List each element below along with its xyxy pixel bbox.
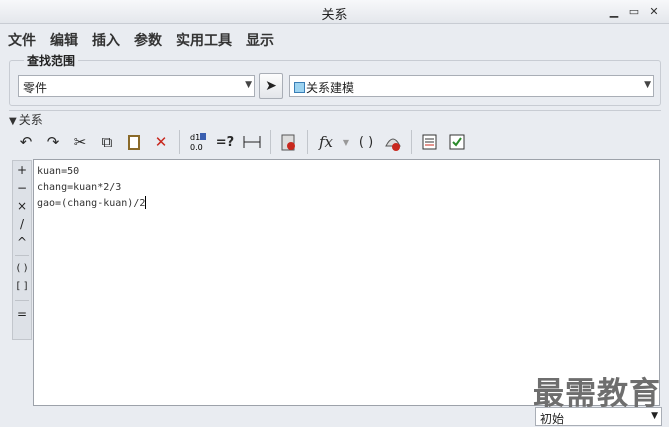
menu-edit[interactable]: 编辑 [50,28,78,52]
close-button[interactable]: ✕ [645,3,663,20]
param-icon [281,134,295,151]
title-bar: 关系 ▁ ▭ ✕ [0,0,669,24]
palette-separator [15,255,29,256]
evaluate-icon: =? [215,134,235,150]
evaluate-button[interactable]: =? [213,130,237,154]
show-icon [422,134,437,150]
relations-toolbar: ↶ ↷ ✂ ⧉ ✕ d1 0.0 =? fx ▼ ( ) [14,128,662,156]
verify-icon [385,138,401,151]
brackets-icon: ( ) [358,134,374,150]
minus-operator-button[interactable]: − [13,179,31,197]
sort-relations-icon: d10.0 [190,133,206,152]
measure-icon [243,136,261,148]
function-icon: fx [318,133,333,151]
minimize-button[interactable]: ▁ [605,3,623,20]
relation-line: gao=(chang-kuan)/2 [37,196,656,212]
parentheses-button[interactable]: ( ) [13,260,31,278]
toolbar-separator [270,130,271,154]
copy-button[interactable]: ⧉ [95,130,119,154]
delete-icon: ✕ [154,133,168,151]
brackets-button[interactable]: ( ) [354,130,378,154]
object-select[interactable]: 关系建模 ▼ [289,75,654,97]
sort-relations-button[interactable]: d1 0.0 [186,130,210,154]
relations-section-header[interactable]: ▼ 关系 [9,110,661,127]
cut-button[interactable]: ✂ [68,130,92,154]
square-brackets-button[interactable]: [ ] [13,278,31,296]
menu-parameters[interactable]: 参数 [134,28,162,52]
svg-text:0.0: 0.0 [190,143,203,152]
paste-button[interactable] [122,130,146,154]
chevron-down-icon: ▼ [245,80,252,90]
select-object-button[interactable]: ➤ [259,73,283,99]
check-icon [449,134,465,150]
function-dropdown[interactable]: ▼ [341,130,351,154]
toolbar-separator [179,130,180,154]
undo-button[interactable]: ↶ [14,130,38,154]
part-icon [294,82,305,93]
delete-button[interactable]: ✕ [149,130,173,154]
relation-line: kuan=50 [37,166,80,177]
function-button[interactable]: fx [314,130,338,154]
window-title: 关系 [321,8,348,23]
chevron-down-icon: ▼ [651,411,658,421]
redo-button[interactable]: ↷ [41,130,65,154]
copy-icon: ⧉ [101,133,113,151]
multiply-operator-button[interactable]: × [13,197,31,215]
palette-separator [15,300,29,301]
state-select-value: 初始 [540,412,565,426]
text-cursor [145,196,147,209]
relations-section-title: 关系 [18,113,43,127]
check-button[interactable] [445,130,469,154]
menu-display[interactable]: 显示 [246,28,274,52]
maximize-button[interactable]: ▭ [625,3,643,20]
power-operator-button[interactable]: ^ [13,233,31,251]
verify-button[interactable] [381,130,405,154]
toolbar-separator [411,130,412,154]
cut-icon: ✂ [73,133,87,151]
cursor-arrow-icon: ➤ [265,78,277,94]
menu-file[interactable]: 文件 [8,28,36,52]
scope-select[interactable]: 零件 ▼ [18,75,255,97]
redo-icon: ↷ [46,133,60,151]
window-controls: ▁ ▭ ✕ [605,3,663,20]
equals-operator-button[interactable]: = [13,305,31,323]
measure-button[interactable] [240,130,264,154]
divide-operator-button[interactable]: / [13,215,31,233]
menu-bar: 文件 编辑 插入 参数 实用工具 显示 [8,28,274,52]
show-relations-button[interactable] [418,130,442,154]
relation-line-text: gao=(chang-kuan)/2 [37,198,146,209]
relation-line: chang=kuan*2/3 [37,182,122,193]
operator-palette: + − × / ^ ( ) [ ] = [12,160,32,340]
scope-select-value: 零件 [23,81,48,95]
object-select-value: 关系建模 [306,81,355,95]
menu-utilities[interactable]: 实用工具 [176,28,232,52]
plus-operator-button[interactable]: + [13,161,31,179]
parameter-button[interactable] [277,130,301,154]
chevron-down-icon: ▼ [644,80,651,90]
undo-icon: ↶ [19,133,33,151]
state-select[interactable]: 初始 ▼ [535,407,662,426]
search-scope-legend: 查找范围 [24,52,79,69]
svg-text:d1: d1 [190,133,200,142]
paste-icon [128,134,140,150]
toolbar-separator [307,130,308,154]
menu-insert[interactable]: 插入 [92,28,120,52]
collapse-triangle-icon: ▼ [9,116,17,127]
